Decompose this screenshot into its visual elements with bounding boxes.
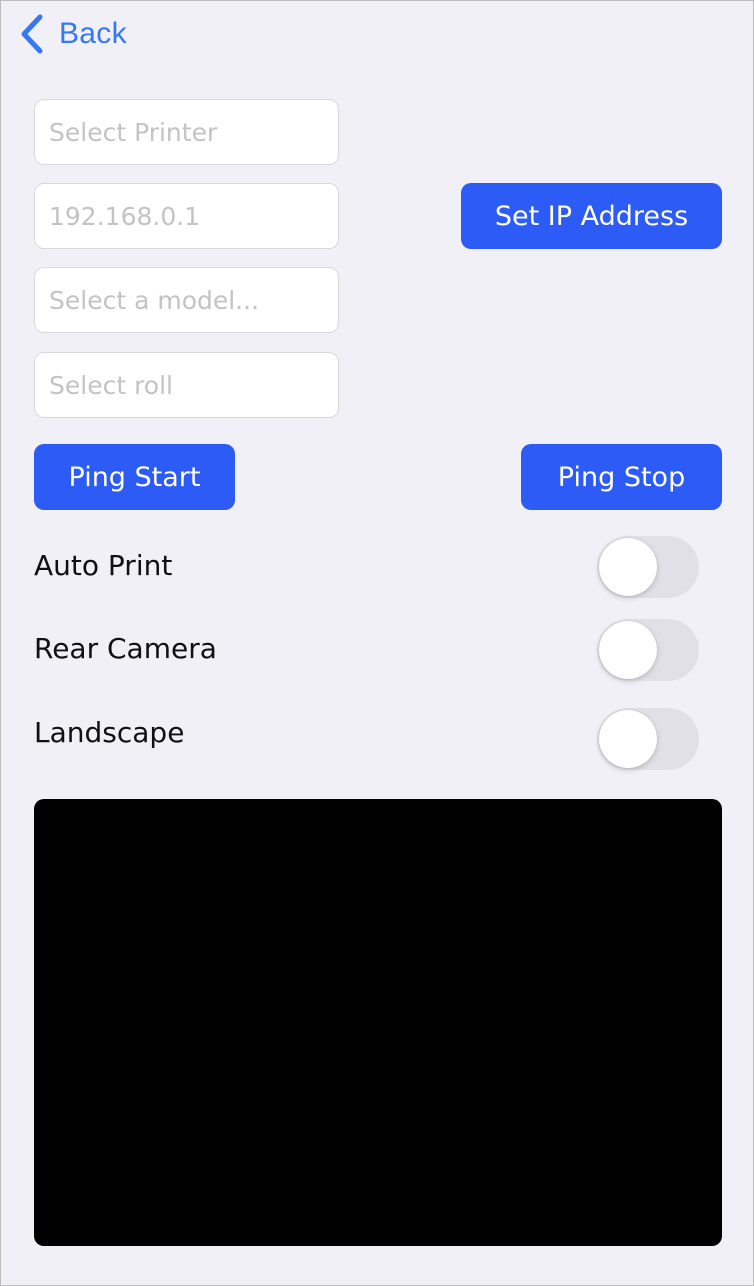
roll-select[interactable] xyxy=(34,352,339,418)
printer-select[interactable] xyxy=(34,99,339,165)
model-select[interactable] xyxy=(34,267,339,333)
auto-print-label: Auto Print xyxy=(34,549,173,582)
back-label: Back xyxy=(59,17,127,50)
landscape-label: Landscape xyxy=(34,716,185,749)
toggle-knob xyxy=(599,710,657,768)
rear-camera-toggle[interactable] xyxy=(597,619,699,681)
ip-address-input[interactable] xyxy=(35,184,338,248)
app-screen: Back Set IP Address Ping Start Ping Stop… xyxy=(0,0,754,1286)
roll-select-input[interactable] xyxy=(35,353,338,417)
printer-select-input[interactable] xyxy=(35,100,338,164)
toggle-knob xyxy=(599,621,657,679)
model-select-input[interactable] xyxy=(35,268,338,332)
landscape-toggle[interactable] xyxy=(597,708,699,770)
ping-stop-button[interactable]: Ping Stop xyxy=(521,444,722,510)
chevron-left-icon xyxy=(19,13,45,55)
auto-print-toggle[interactable] xyxy=(597,536,699,598)
back-button[interactable]: Back xyxy=(19,13,127,55)
rear-camera-label: Rear Camera xyxy=(34,632,217,665)
ping-start-button[interactable]: Ping Start xyxy=(34,444,235,510)
ip-address-field[interactable] xyxy=(34,183,339,249)
toggle-knob xyxy=(599,538,657,596)
set-ip-address-button[interactable]: Set IP Address xyxy=(461,183,722,249)
camera-preview xyxy=(34,799,722,1246)
